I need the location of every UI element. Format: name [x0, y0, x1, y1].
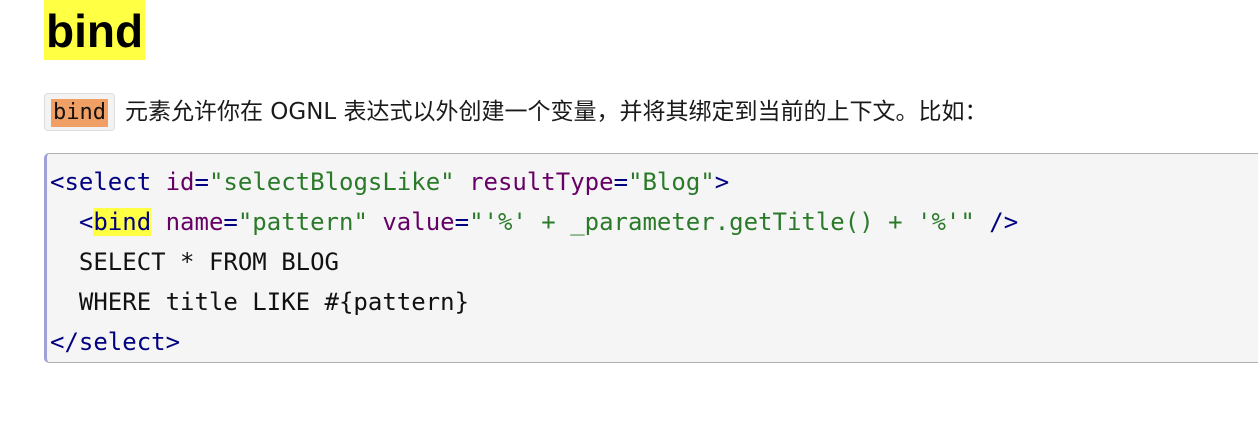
code-token: =: [613, 168, 629, 196]
paragraph-text: 元素允许你在 OGNL 表达式以外创建一个变量，并将其绑定到当前的上下文。比如：: [124, 99, 988, 125]
inline-code-text: bind: [51, 99, 108, 127]
code-token: =: [194, 168, 209, 196]
section-heading: bind: [44, 0, 146, 60]
code-token: "selectBlogsLike": [208, 168, 455, 196]
code-token: </select>: [50, 328, 181, 356]
code-line: <bind name="pattern" value="'%' + _param…: [50, 202, 1258, 242]
code-token: value: [382, 208, 455, 236]
code-line: WHERE title LIKE #{pattern}: [50, 282, 1258, 322]
code-token: resultType: [469, 168, 614, 196]
code-token: "pattern": [237, 208, 368, 236]
code-token: name: [165, 208, 224, 236]
code-token: =: [223, 208, 238, 236]
code-token: id: [165, 168, 195, 196]
code-token: <: [50, 208, 94, 236]
code-token: WHERE title LIKE #{pattern}: [50, 288, 470, 316]
code-block: <select id="selectBlogsLike" resultType=…: [44, 153, 1258, 363]
code-token: =: [454, 208, 470, 236]
code-token: SELECT * FROM BLOG: [50, 248, 339, 276]
code-line: </select>: [50, 322, 1258, 362]
code-token: "'%' + _parameter.getTitle() + '%'": [469, 208, 975, 236]
code-token: >: [714, 168, 730, 196]
code-token: bind: [93, 208, 152, 236]
code-line: SELECT * FROM BLOG: [50, 242, 1258, 282]
code-token: <select: [50, 168, 152, 196]
code-token: />: [974, 208, 1019, 236]
description-paragraph: bind 元素允许你在 OGNL 表达式以外创建一个变量，并将其绑定到当前的上下…: [44, 92, 988, 132]
inline-code: bind: [44, 93, 115, 131]
code-token: "Blog": [628, 168, 715, 196]
code-line: <select id="selectBlogsLike" resultType=…: [50, 162, 1258, 202]
